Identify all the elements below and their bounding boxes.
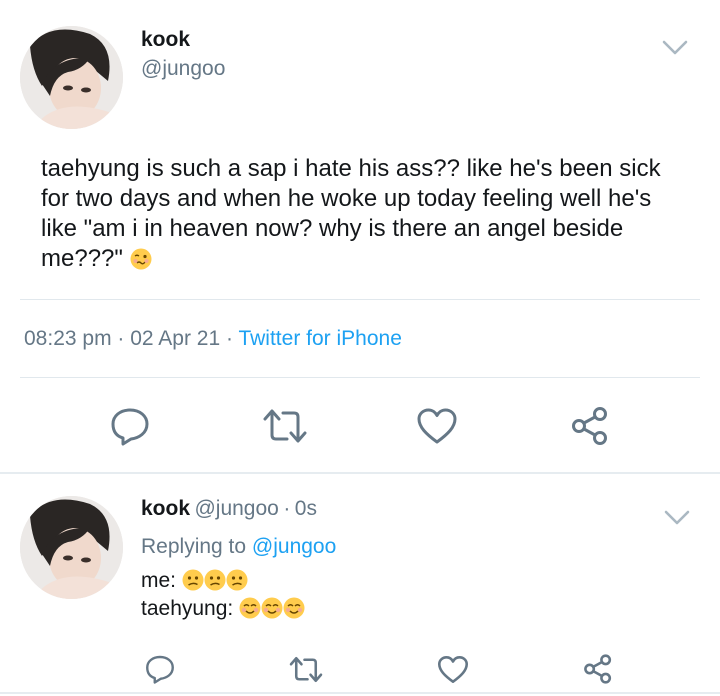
reply-retweet-button[interactable]: [285, 652, 327, 686]
replying-to: Replying to @jungoo: [141, 535, 336, 559]
confused-face-emoji: [226, 569, 248, 591]
reply-line-1-label: me:: [141, 569, 177, 592]
reply-timestamp: 0s: [294, 497, 317, 520]
confused-face-emoji: [204, 569, 226, 591]
reply-user-handle[interactable]: @jungoo: [194, 497, 278, 520]
smiling-face-emoji: [239, 597, 261, 619]
share-icon: [572, 407, 607, 445]
meta-separator: ·: [283, 497, 291, 520]
reply-share-button[interactable]: [578, 652, 618, 686]
reply-button[interactable]: [106, 404, 154, 448]
replying-to-label: Replying to: [141, 535, 247, 558]
display-name[interactable]: kook: [141, 28, 190, 52]
share-icon: [584, 654, 612, 684]
reply-display-name[interactable]: kook: [141, 497, 190, 520]
smiling-face-emoji: [283, 597, 305, 619]
share-button[interactable]: [566, 404, 614, 448]
chevron-down-icon[interactable]: [662, 40, 688, 61]
like-button[interactable]: [413, 404, 461, 448]
reply-icon: [146, 655, 174, 684]
user-handle[interactable]: @jungoo: [141, 57, 225, 81]
confused-face-emoji: [182, 569, 204, 591]
tweet-meta: 08:23 pm · 02 Apr 21 · Twitter for iPhon…: [24, 327, 402, 351]
smiling-face-emoji: [261, 597, 283, 619]
like-icon: [417, 408, 457, 444]
bottom-divider: [0, 692, 720, 694]
reply-text: me: taehyung:: [141, 567, 305, 623]
reply-header: kook @jungoo · 0s: [141, 497, 317, 521]
meta-separator: ·: [117, 327, 125, 350]
divider: [20, 377, 700, 378]
tweet-source-link[interactable]: Twitter for iPhone: [238, 327, 401, 350]
reply-line-1: me:: [141, 567, 305, 595]
meta-separator: ·: [226, 327, 233, 350]
tweet-time: 08:23 pm: [24, 327, 112, 350]
reply-line-2: taehyung:: [141, 595, 305, 623]
retweet-button[interactable]: [259, 404, 311, 448]
replying-to-handle-link[interactable]: @jungoo: [252, 535, 336, 558]
divider: [20, 299, 700, 300]
chevron-down-icon[interactable]: [664, 510, 690, 531]
reply-reply-button[interactable]: [140, 652, 180, 686]
retweet-icon: [263, 409, 307, 443]
like-icon: [437, 655, 469, 683]
reply-icon: [111, 408, 149, 446]
reply-avatar[interactable]: [20, 496, 123, 599]
reply-like-button[interactable]: [433, 652, 473, 686]
section-separator: [0, 472, 720, 474]
woozy-face-emoji: [130, 248, 152, 270]
reply-line-2-label: taehyung:: [141, 597, 234, 620]
retweet-icon: [289, 656, 323, 682]
tweet-date: 02 Apr 21: [130, 327, 221, 350]
avatar[interactable]: [20, 26, 123, 129]
tweet-text: taehyung is such a sap i hate his ass?? …: [41, 154, 691, 274]
